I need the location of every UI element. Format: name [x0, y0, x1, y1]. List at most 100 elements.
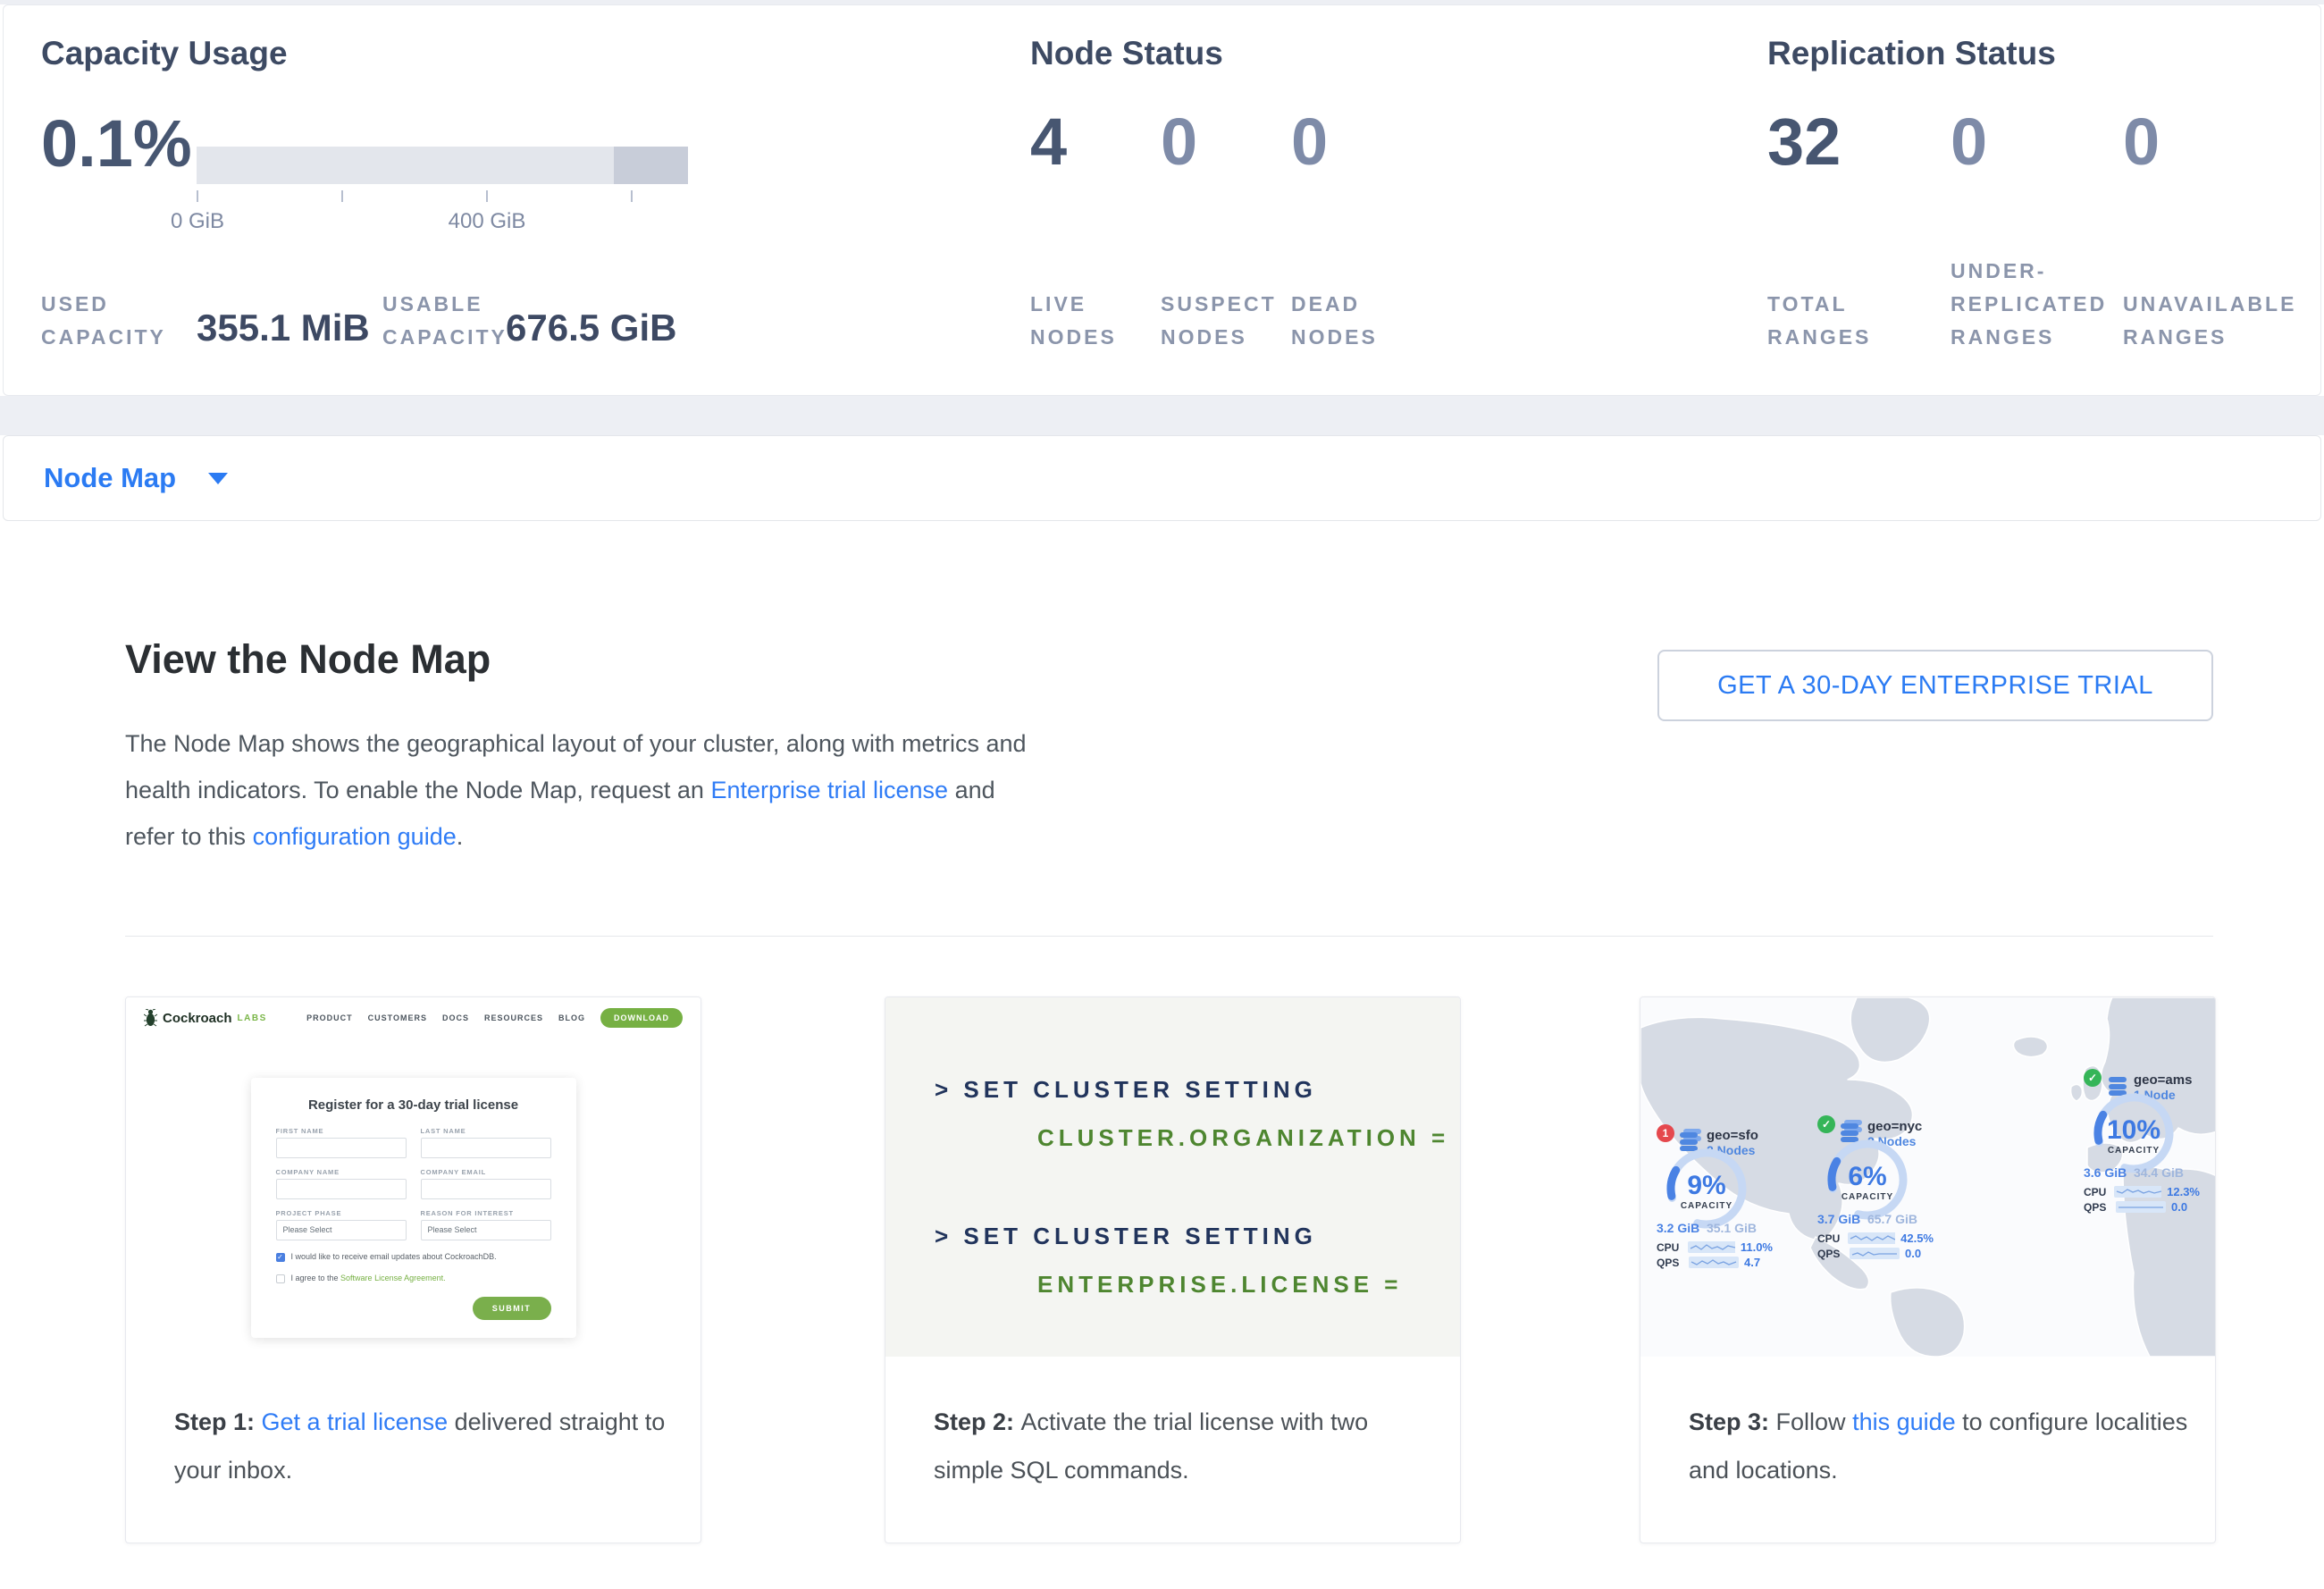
- get-trial-license-link[interactable]: Get a trial license: [262, 1408, 449, 1435]
- capacity-gauge-other-segment: [614, 147, 688, 184]
- submit-row: SUBMIT: [276, 1297, 551, 1320]
- company-email-input[interactable]: [421, 1179, 551, 1199]
- capacity-percent: 9%: [1687, 1171, 1725, 1200]
- enterprise-trial-button[interactable]: GET A 30-DAY ENTERPRISE TRIAL: [1657, 650, 2213, 721]
- qps-value: 4.7: [1744, 1256, 1760, 1269]
- email-updates-label: I would like to receive email updates ab…: [291, 1252, 497, 1261]
- cluster-nyc: ✓ geo=nyc 2 Nodes: [1817, 1119, 1942, 1266]
- qps-row: QPS 0.0: [2084, 1200, 2200, 1214]
- field-project-phase: PROJECT PHASE Please Select: [276, 1209, 407, 1240]
- brand-suffix: LABS: [238, 1013, 267, 1023]
- gauge-tick: [631, 190, 633, 202]
- qps-row: QPS 0.0: [1817, 1247, 1934, 1260]
- step3-label: Step 3:: [1689, 1408, 1776, 1435]
- email-updates-row: ✓ I would like to receive email updates …: [276, 1252, 551, 1262]
- project-phase-select[interactable]: Please Select: [276, 1220, 407, 1240]
- step2-caption: Step 2: Activate the trial license with …: [885, 1357, 1460, 1494]
- nav-item-docs[interactable]: DOCS: [442, 1013, 469, 1022]
- enterprise-trial-license-link[interactable]: Enterprise trial license: [710, 777, 948, 803]
- nav-item-customers[interactable]: CUSTOMERS: [368, 1013, 427, 1022]
- qps-label: QPS: [1817, 1248, 1844, 1260]
- last-name-input[interactable]: [421, 1138, 551, 1158]
- cpu-label: CPU: [1657, 1241, 1682, 1254]
- usable-capacity-value: 676.5 GiB: [506, 307, 676, 349]
- cluster-name: geo=sfo: [1707, 1128, 1758, 1143]
- cpu-sparkline: [2114, 1186, 2161, 1198]
- sql-code-block: > SET CLUSTER SETTING CLUSTER.ORGANIZATI…: [885, 997, 1460, 1357]
- dead-nodes-value: 0: [1291, 106, 1422, 178]
- field-label: COMPANY NAME: [276, 1168, 407, 1176]
- field-reason: REASON FOR INTEREST Please Select: [421, 1209, 551, 1240]
- submit-button[interactable]: SUBMIT: [473, 1297, 551, 1320]
- brand-name: Cockroach: [163, 1011, 232, 1026]
- field-label: LAST NAME: [421, 1127, 551, 1135]
- step1-label: Step 1:: [174, 1408, 262, 1435]
- download-button[interactable]: DOWNLOAD: [600, 1008, 683, 1028]
- qps-sparkline: [1850, 1248, 1900, 1259]
- software-license-link[interactable]: Software License Agreement.: [340, 1274, 446, 1282]
- capacity-total: 35.1 GiB: [1707, 1221, 1757, 1235]
- cpu-row: CPU 42.5%: [1817, 1232, 1934, 1245]
- capacity-label: CAPACITY: [2108, 1146, 2160, 1156]
- capacity-used: 3.2 GiB: [1657, 1221, 1699, 1235]
- under-replicated-label: UNDER- REPLICATED RANGES: [1951, 255, 2123, 354]
- step3-card: 1 geo=sfo 2 Nodes: [1640, 996, 2216, 1543]
- email-updates-checkbox[interactable]: ✓: [276, 1253, 285, 1262]
- nav-item-product[interactable]: PRODUCT: [306, 1013, 353, 1022]
- this-guide-link[interactable]: this guide: [1852, 1408, 1956, 1435]
- node-status-labels: LIVE NODES SUSPECT NODES DEAD NODES: [1030, 242, 1422, 354]
- capacity-used: 3.7 GiB: [1817, 1212, 1860, 1226]
- capacity-gauge-usable-segment: [197, 147, 614, 184]
- section-divider: [125, 936, 2213, 937]
- healthy-badge-icon: ✓: [2084, 1069, 2102, 1087]
- capacity-usage-title: Capacity Usage: [41, 35, 288, 72]
- sql-line: ENTERPRISE.LICENSE =: [1037, 1271, 1402, 1299]
- capacity-used: 3.6 GiB: [2084, 1165, 2127, 1180]
- gauge-tick-label-400: 400 GiB: [438, 209, 536, 234]
- qps-row: QPS 4.7: [1657, 1256, 1773, 1269]
- cpu-label: CPU: [1817, 1232, 1842, 1245]
- capacity-gauge: 6% CAPACITY: [1817, 1139, 1917, 1221]
- total-ranges-value: 32: [1767, 106, 1951, 178]
- step3-text: Follow: [1776, 1408, 1853, 1435]
- dead-nodes-label: DEAD NODES: [1291, 288, 1422, 354]
- license-agreement-row: I agree to the Software License Agreemen…: [276, 1274, 551, 1283]
- node-map-description: The Node Map shows the geographical layo…: [125, 720, 1032, 860]
- configuration-guide-link[interactable]: configuration guide: [253, 823, 457, 850]
- mini-site-nav: PRODUCT CUSTOMERS DOCS RESOURCES BLOG DO…: [306, 1008, 683, 1028]
- first-name-input[interactable]: [276, 1138, 407, 1158]
- gauge-tick: [197, 190, 198, 202]
- nav-item-blog[interactable]: BLOG: [558, 1013, 585, 1022]
- node-map-preview: 1 geo=sfo 2 Nodes: [1640, 997, 2215, 1357]
- mini-site-header: Cockroach LABS PRODUCT CUSTOMERS DOCS RE…: [126, 997, 701, 1038]
- cockroach-bug-icon: [144, 1009, 157, 1027]
- capacity-percent: 6%: [1848, 1162, 1886, 1191]
- reason-select[interactable]: Please Select: [421, 1220, 551, 1240]
- license-agreement-checkbox[interactable]: [276, 1274, 285, 1283]
- company-name-input[interactable]: [276, 1179, 407, 1199]
- step2-label: Step 2:: [934, 1408, 1021, 1435]
- error-badge-icon: 1: [1657, 1124, 1674, 1142]
- qps-label: QPS: [2084, 1201, 2110, 1214]
- page-title: View the Node Map: [125, 636, 491, 683]
- trial-registration-form: Register for a 30-day trial license FIRS…: [251, 1078, 576, 1338]
- node-status-numbers: 4 0 0: [1030, 106, 1422, 178]
- sql-line: > SET CLUSTER SETTING: [935, 1223, 1317, 1250]
- node-map-dropdown-label[interactable]: Node Map: [44, 462, 176, 494]
- form-title: Register for a 30-day trial license: [276, 1097, 551, 1113]
- capacity-gauge: 10% CAPACITY: [2084, 1092, 2184, 1174]
- field-label: REASON FOR INTEREST: [421, 1209, 551, 1217]
- under-replicated-value: 0: [1951, 106, 2123, 178]
- field-label: FIRST NAME: [276, 1127, 407, 1135]
- cpu-row: CPU 12.3%: [2084, 1185, 2200, 1198]
- cpu-row: CPU 11.0%: [1657, 1240, 1773, 1254]
- capacity-total: 34.4 GiB: [2134, 1165, 2184, 1180]
- node-map-dropdown[interactable]: Node Map: [3, 435, 2321, 521]
- qps-label: QPS: [1657, 1257, 1683, 1269]
- qps-value: 0.0: [1905, 1247, 1921, 1260]
- cluster-name: geo=nyc: [1867, 1119, 1922, 1134]
- nav-item-resources[interactable]: RESOURCES: [484, 1013, 543, 1022]
- cpu-value: 12.3%: [2167, 1185, 2200, 1198]
- live-nodes-label: LIVE NODES: [1030, 288, 1161, 354]
- field-last-name: LAST NAME: [421, 1127, 551, 1158]
